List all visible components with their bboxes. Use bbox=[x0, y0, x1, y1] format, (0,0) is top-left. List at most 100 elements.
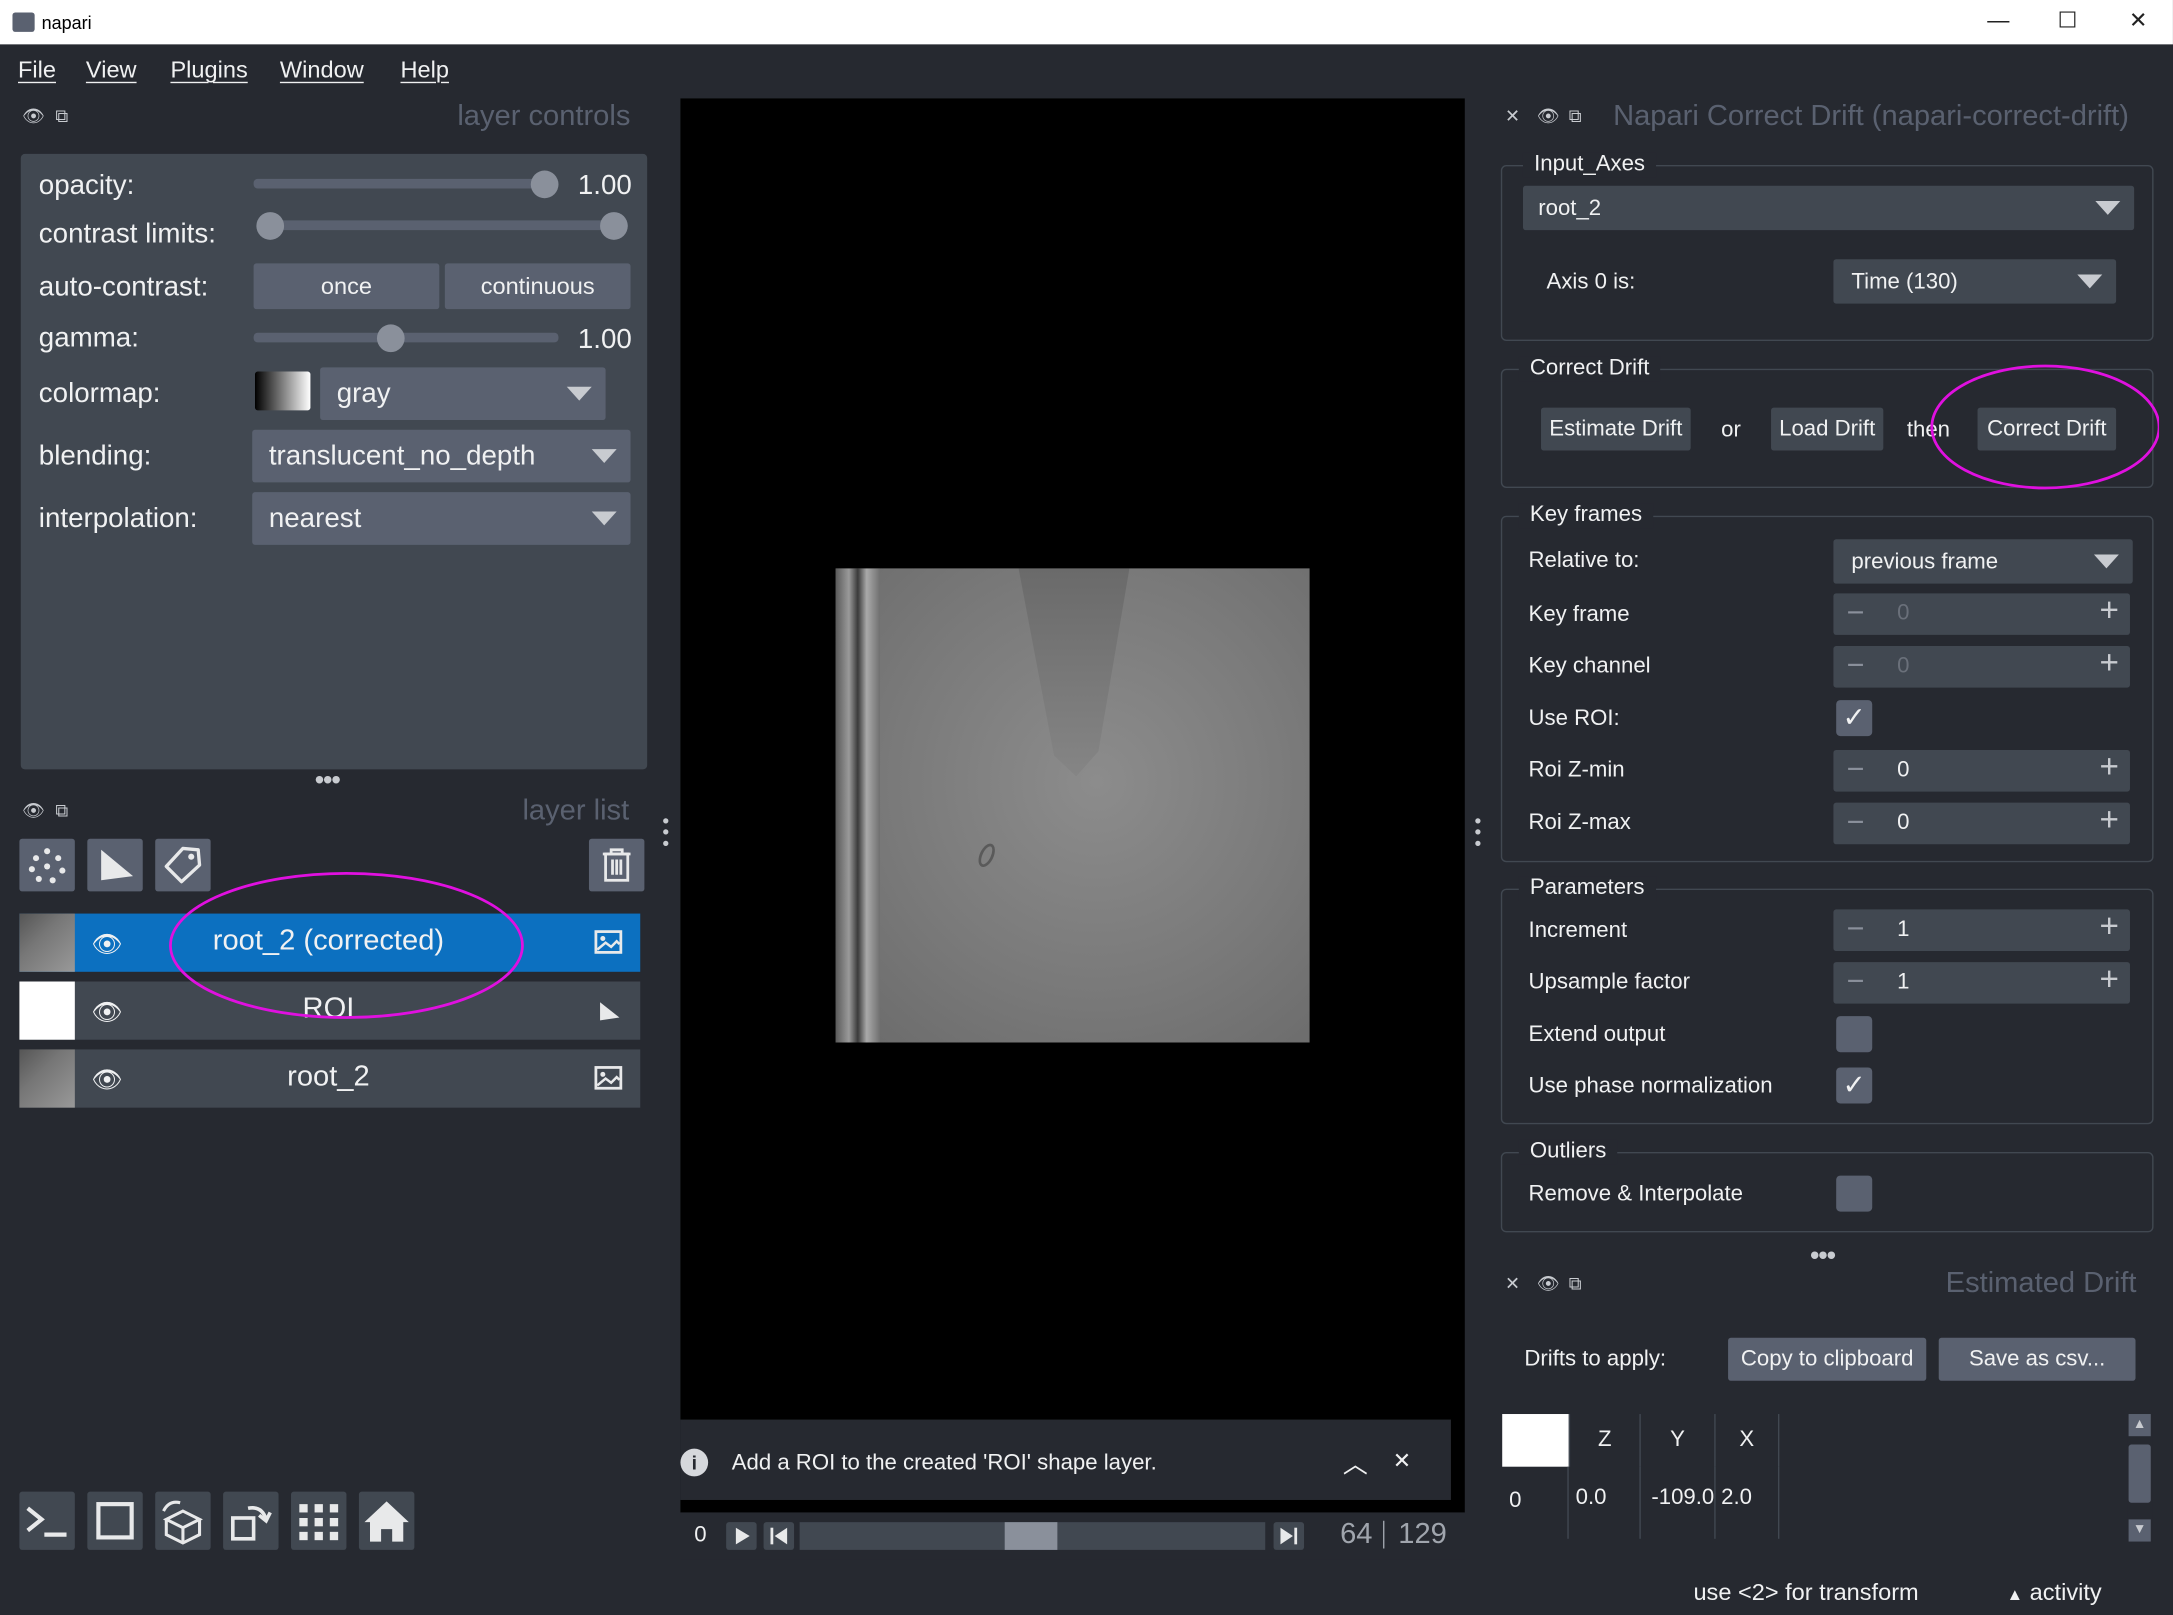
decrement-icon[interactable]: − bbox=[1842, 963, 1870, 999]
increment-icon[interactable]: + bbox=[2094, 592, 2124, 631]
extend-output-checkbox[interactable] bbox=[1836, 1016, 1873, 1053]
delete-layer-button[interactable] bbox=[588, 838, 645, 892]
table-cell-z[interactable]: 0.0 bbox=[1569, 1466, 1641, 1539]
increment-icon[interactable]: + bbox=[2094, 961, 2124, 1000]
float-window-icon[interactable]: ⧉ bbox=[1569, 1273, 1582, 1295]
new-shapes-layer-button[interactable] bbox=[87, 838, 143, 892]
float-window-icon[interactable]: ⧉ bbox=[55, 105, 68, 127]
reset-view-button[interactable] bbox=[358, 1491, 415, 1550]
roi-zmax-value[interactable]: 0 bbox=[1897, 811, 1909, 836]
roi-zmin-value[interactable]: 0 bbox=[1897, 758, 1909, 783]
step-forward-button[interactable] bbox=[1273, 1522, 1305, 1550]
left-splitter-handle[interactable]: • • • bbox=[662, 811, 673, 853]
roll-dims-button[interactable] bbox=[155, 1491, 211, 1550]
float-eye-icon[interactable]: 👁 bbox=[22, 800, 45, 822]
load-drift-button[interactable]: Load Drift bbox=[1771, 407, 1884, 451]
upsample-spinbox[interactable]: − 1 + bbox=[1833, 961, 2130, 1004]
contrast-max-handle[interactable] bbox=[600, 212, 628, 240]
table-cell-y[interactable]: -109.0 bbox=[1641, 1466, 1716, 1539]
float-window-icon[interactable]: ⧉ bbox=[55, 800, 68, 822]
float-eye-icon[interactable]: 👁 bbox=[22, 105, 45, 127]
grid-view-button[interactable] bbox=[291, 1491, 347, 1550]
table-cell-x[interactable]: 2.0 bbox=[1716, 1466, 1780, 1539]
gamma-value[interactable]: 1.00 bbox=[578, 324, 647, 356]
colormap-dropdown[interactable]: gray bbox=[320, 367, 606, 421]
decrement-icon[interactable]: − bbox=[1842, 595, 1870, 631]
interpolation-dropdown[interactable]: nearest bbox=[252, 492, 631, 545]
menu-help[interactable]: Help bbox=[400, 57, 448, 85]
key-channel-value[interactable]: 0 bbox=[1897, 654, 1909, 679]
estimate-drift-button[interactable]: Estimate Drift bbox=[1541, 407, 1691, 451]
frame-slider-handle[interactable] bbox=[1004, 1522, 1058, 1550]
blending-dropdown[interactable]: translucent_no_depth bbox=[252, 429, 631, 483]
step-back-button[interactable] bbox=[763, 1522, 795, 1550]
roi-zmax-spinbox[interactable]: − 0 + bbox=[1833, 801, 2130, 845]
increment-icon[interactable]: + bbox=[2094, 801, 2124, 840]
play-button[interactable] bbox=[726, 1522, 757, 1550]
frame-slider[interactable] bbox=[799, 1522, 1266, 1550]
new-points-layer-button[interactable] bbox=[19, 838, 75, 892]
decrement-icon[interactable]: − bbox=[1842, 911, 1870, 947]
current-frame[interactable]: 64 bbox=[1340, 1518, 1372, 1551]
hide-title-eye-icon[interactable]: 👁 bbox=[1537, 105, 1560, 127]
activity-button[interactable]: ▲ activity bbox=[2007, 1579, 2102, 1607]
ndisplay-button[interactable] bbox=[87, 1491, 143, 1550]
use-roi-checkbox[interactable]: ✓ bbox=[1836, 700, 1873, 737]
close-dock-icon[interactable]: ✕ bbox=[1505, 1273, 1520, 1295]
float-window-icon[interactable]: ⧉ bbox=[1569, 105, 1582, 127]
increment-icon[interactable]: + bbox=[2094, 908, 2124, 947]
right-splitter-handle[interactable]: • • • bbox=[1474, 811, 1485, 853]
splitter-handle[interactable]: ••• bbox=[1810, 1241, 1836, 1273]
contrast-limits-slider[interactable] bbox=[270, 220, 628, 231]
opacity-slider[interactable] bbox=[253, 178, 559, 189]
close-window-button[interactable]: ✕ bbox=[2111, 6, 2166, 39]
row-header[interactable]: 0 bbox=[1502, 1466, 1569, 1539]
minimize-button[interactable]: — bbox=[1971, 6, 2026, 39]
increment-icon[interactable]: + bbox=[2094, 645, 2124, 684]
key-frame-spinbox[interactable]: − 0 + bbox=[1833, 592, 2130, 635]
gamma-handle[interactable] bbox=[376, 324, 405, 353]
auto-contrast-continuous-button[interactable]: continuous bbox=[444, 263, 631, 310]
column-header-x[interactable]: X bbox=[1716, 1414, 1780, 1467]
menu-file[interactable]: File bbox=[18, 57, 56, 85]
viewer-canvas[interactable]: i Add a ROI to the created 'ROI' shape l… bbox=[680, 98, 1465, 1513]
opacity-value[interactable]: 1.00 bbox=[578, 171, 647, 203]
layer-row-root2[interactable]: 👁 root_2 bbox=[19, 1049, 641, 1108]
roi-zmin-spinbox[interactable]: − 0 + bbox=[1833, 749, 2130, 792]
input-layer-dropdown[interactable]: root_2 bbox=[1522, 185, 2135, 231]
maximize-button[interactable]: ☐ bbox=[2040, 6, 2095, 39]
menu-plugins[interactable]: Plugins bbox=[170, 57, 247, 85]
copy-to-clipboard-button[interactable]: Copy to clipboard bbox=[1728, 1337, 1927, 1381]
gamma-slider[interactable] bbox=[253, 332, 559, 343]
increment-spinbox[interactable]: − 1 + bbox=[1833, 908, 2130, 952]
decrement-icon[interactable]: − bbox=[1842, 751, 1870, 787]
opacity-handle[interactable] bbox=[530, 170, 559, 199]
increment-icon[interactable]: + bbox=[2094, 749, 2124, 788]
decrement-icon[interactable]: − bbox=[1842, 804, 1870, 840]
menu-view[interactable]: View bbox=[86, 57, 137, 85]
transpose-button[interactable] bbox=[223, 1491, 279, 1550]
phase-normalization-checkbox[interactable]: ✓ bbox=[1836, 1067, 1873, 1104]
scroll-thumb[interactable] bbox=[2128, 1444, 2151, 1503]
splitter-handle[interactable]: ••• bbox=[315, 765, 341, 797]
upsample-value[interactable]: 1 bbox=[1897, 970, 1909, 995]
relative-to-dropdown[interactable]: previous frame bbox=[1833, 539, 2133, 584]
axis0-dropdown[interactable]: Time (130) bbox=[1833, 259, 2117, 304]
save-as-csv-button[interactable]: Save as csv... bbox=[1938, 1337, 2136, 1381]
menu-window[interactable]: Window bbox=[280, 57, 364, 85]
scroll-up-icon[interactable]: ▲ bbox=[2128, 1414, 2151, 1437]
table-corner[interactable] bbox=[1502, 1414, 1569, 1467]
close-notification-icon[interactable]: ✕ bbox=[1393, 1447, 1412, 1475]
layer-name[interactable]: root_2 bbox=[75, 1061, 582, 1094]
close-dock-icon[interactable]: ✕ bbox=[1505, 105, 1520, 127]
scroll-down-icon[interactable]: ▼ bbox=[2128, 1519, 2151, 1542]
hide-title-eye-icon[interactable]: 👁 bbox=[1537, 1273, 1560, 1295]
expand-notification-icon[interactable]: ︿ bbox=[1343, 1445, 1368, 1481]
remove-interpolate-checkbox[interactable] bbox=[1836, 1175, 1873, 1212]
increment-value[interactable]: 1 bbox=[1897, 918, 1909, 943]
contrast-min-handle[interactable] bbox=[256, 212, 285, 240]
key-frame-value[interactable]: 0 bbox=[1897, 602, 1909, 627]
key-channel-spinbox[interactable]: − 0 + bbox=[1833, 645, 2130, 688]
column-header-z[interactable]: Z bbox=[1568, 1414, 1641, 1467]
decrement-icon[interactable]: − bbox=[1842, 647, 1870, 683]
